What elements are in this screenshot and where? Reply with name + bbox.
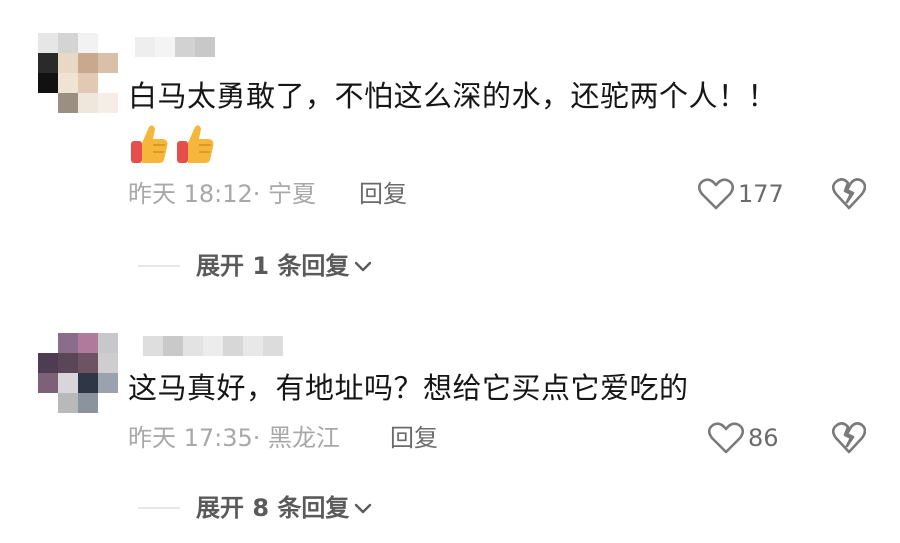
dislike-button[interactable] — [832, 178, 866, 210]
dislike-button[interactable] — [832, 422, 866, 454]
like-count: 86 — [748, 424, 779, 452]
like-button[interactable]: 86 — [708, 422, 779, 454]
reply-button[interactable]: 回复 — [390, 422, 438, 454]
broken-heart-icon — [832, 178, 866, 210]
divider-line — [138, 507, 180, 509]
avatar[interactable] — [38, 33, 118, 113]
expand-replies-label: 展开 8 条回复 — [196, 494, 350, 522]
thumbs-up-icon — [131, 125, 168, 163]
comment-meta: 昨天 17:35· 黑龙江 — [128, 422, 340, 454]
comment-time: 昨天 17:35 — [128, 424, 253, 452]
comment-time: 昨天 18:12 — [128, 180, 253, 208]
expand-replies-button[interactable]: 展开 8 条回复 — [138, 492, 373, 524]
emoji-row — [129, 123, 215, 165]
chevron-down-icon — [355, 503, 372, 514]
chevron-down-icon — [355, 261, 372, 272]
divider-line — [138, 265, 180, 267]
like-count: 177 — [738, 180, 784, 208]
comment-text: 这马真好，有地址吗？想给它买点它爱吃的 — [128, 371, 689, 405]
heart-icon — [708, 422, 744, 454]
avatar[interactable] — [38, 333, 118, 413]
broken-heart-icon — [832, 422, 866, 454]
expand-replies-button[interactable]: 展开 1 条回复 — [138, 250, 373, 282]
heart-icon — [698, 178, 734, 210]
username[interactable] — [143, 336, 283, 356]
expand-replies-label: 展开 1 条回复 — [196, 252, 350, 280]
like-button[interactable]: 177 — [698, 178, 784, 210]
comment-text: 白马太勇敢了，不怕这么深的水，还驼两个人！！ — [128, 79, 778, 113]
comment-meta: 昨天 18:12· 宁夏 — [128, 178, 316, 210]
reply-button[interactable]: 回复 — [359, 178, 407, 210]
thumbs-up-icon — [177, 125, 214, 163]
comment-location: · 宁夏 — [252, 180, 317, 208]
username[interactable] — [135, 37, 215, 57]
comment-location: · 黑龙江 — [252, 424, 341, 452]
